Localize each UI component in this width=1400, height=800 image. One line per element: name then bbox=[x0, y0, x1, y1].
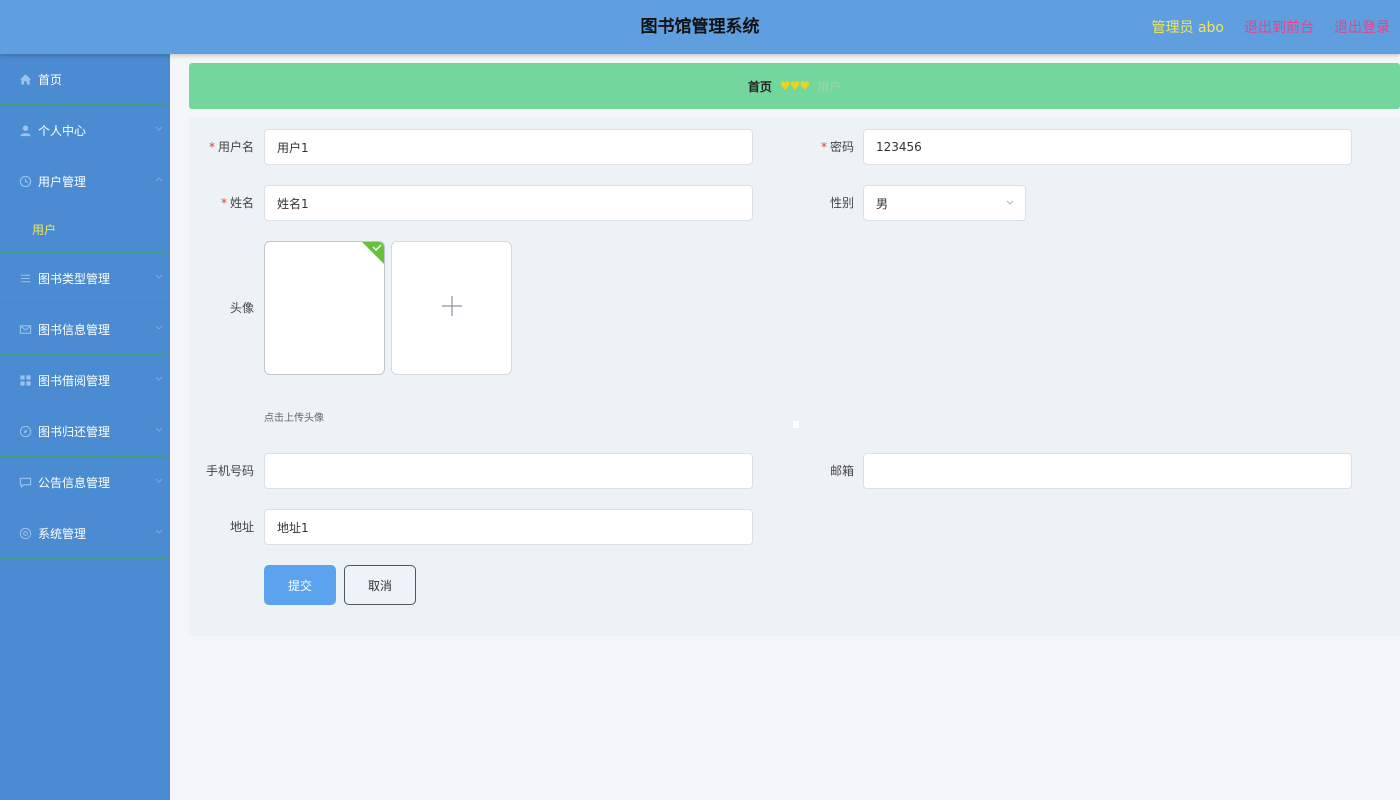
email-label: 邮箱 bbox=[829, 464, 854, 478]
username-label: * 用户名 bbox=[208, 140, 254, 154]
sidebar-item-book-info[interactable]: 图书信息管理 bbox=[0, 304, 170, 355]
compass-icon bbox=[18, 424, 32, 438]
breadcrumb: 首页 ♥♥♥ 用户 bbox=[189, 63, 1400, 109]
back-to-front-link[interactable]: 退出到前台 bbox=[1244, 17, 1314, 37]
name-label: * 姓名 bbox=[220, 196, 254, 210]
sidebar: 首页 个人中心 用户管理 用户 图书类型管理 图书信息管理 图书借阅管理 图书归… bbox=[0, 54, 170, 800]
settings-icon bbox=[18, 526, 32, 540]
chevron-down-icon bbox=[154, 475, 164, 485]
sidebar-item-label: 图书归还管理 bbox=[38, 424, 111, 439]
chevron-down-icon bbox=[154, 526, 164, 536]
admin-label: 管理员 abo bbox=[1151, 20, 1224, 36]
avatar-upload-button[interactable] bbox=[391, 241, 512, 375]
address-input[interactable] bbox=[264, 509, 753, 545]
name-input[interactable] bbox=[264, 185, 753, 221]
chevron-down-icon bbox=[1005, 197, 1015, 210]
sidebar-item-label: 图书借阅管理 bbox=[38, 373, 111, 388]
sidebar-subitem-user[interactable]: 用户 bbox=[0, 207, 170, 253]
chevron-down-icon bbox=[154, 373, 164, 383]
sidebar-item-label: 图书类型管理 bbox=[38, 271, 111, 286]
avatar-upload-hint: 点击上传头像 bbox=[264, 413, 324, 424]
sidebar-item-book-return[interactable]: 图书归还管理 bbox=[0, 406, 170, 457]
check-badge-icon bbox=[361, 242, 384, 265]
user-icon bbox=[18, 123, 32, 137]
email-input[interactable] bbox=[863, 453, 1352, 489]
chevron-up-icon bbox=[154, 175, 164, 185]
gender-label: 性别 bbox=[829, 196, 854, 210]
logout-link[interactable]: 退出登录 bbox=[1334, 17, 1390, 37]
sidebar-item-label: 系统管理 bbox=[38, 526, 87, 541]
gender-selected-value: 男 bbox=[876, 196, 889, 211]
chevron-down-icon bbox=[154, 424, 164, 434]
gender-select[interactable]: 男 bbox=[863, 185, 1026, 221]
chevron-down-icon bbox=[154, 322, 164, 332]
phone-label: 手机号码 bbox=[205, 464, 254, 478]
plus-icon bbox=[441, 295, 463, 321]
sidebar-item-label: 个人中心 bbox=[38, 123, 87, 138]
sidebar-item-user-management[interactable]: 用户管理 bbox=[0, 156, 170, 207]
header-actions: 管理员 abo 退出到前台 退出登录 bbox=[1152, 0, 1390, 54]
sidebar-item-announcements[interactable]: 公告信息管理 bbox=[0, 457, 170, 508]
avatar-preview-card[interactable] bbox=[264, 241, 385, 375]
sidebar-item-label: 首页 bbox=[38, 72, 63, 87]
breadcrumb-home[interactable]: 首页 bbox=[748, 78, 772, 95]
list-icon bbox=[18, 271, 32, 285]
grid-icon bbox=[18, 373, 32, 387]
phone-input[interactable] bbox=[264, 453, 753, 489]
sidebar-item-book-borrow[interactable]: 图书借阅管理 bbox=[0, 355, 170, 406]
cancel-button[interactable]: 取消 bbox=[344, 565, 416, 605]
chevron-down-icon bbox=[154, 271, 164, 281]
username-input[interactable] bbox=[264, 129, 753, 165]
sidebar-item-system[interactable]: 系统管理 bbox=[0, 508, 170, 559]
breadcrumb-current: 用户 bbox=[817, 79, 842, 94]
home-icon bbox=[18, 72, 32, 86]
avatar-label: 头像 bbox=[229, 301, 254, 315]
top-header: 图书馆管理系统 管理员 abo 退出到前台 退出登录 bbox=[0, 0, 1400, 54]
sidebar-item-label: 用户管理 bbox=[38, 175, 87, 189]
heart-separator-icon: ♥♥♥ bbox=[779, 79, 810, 93]
password-label: * 密码 bbox=[820, 140, 854, 154]
clock-icon bbox=[18, 175, 32, 189]
sidebar-item-book-types[interactable]: 图书类型管理 bbox=[0, 253, 170, 304]
sidebar-item-profile[interactable]: 个人中心 bbox=[0, 105, 170, 156]
mail-icon bbox=[18, 322, 32, 336]
chevron-down-icon bbox=[154, 123, 164, 133]
password-input[interactable] bbox=[863, 129, 1352, 165]
sidebar-item-label: 公告信息管理 bbox=[38, 475, 111, 490]
sidebar-item-label: 图书信息管理 bbox=[38, 322, 111, 337]
address-label: 地址 bbox=[229, 520, 254, 534]
submit-button[interactable]: 提交 bbox=[264, 565, 336, 605]
sidebar-item-home[interactable]: 首页 bbox=[0, 54, 170, 105]
decorative-dot bbox=[793, 421, 799, 428]
chat-icon bbox=[18, 475, 32, 489]
